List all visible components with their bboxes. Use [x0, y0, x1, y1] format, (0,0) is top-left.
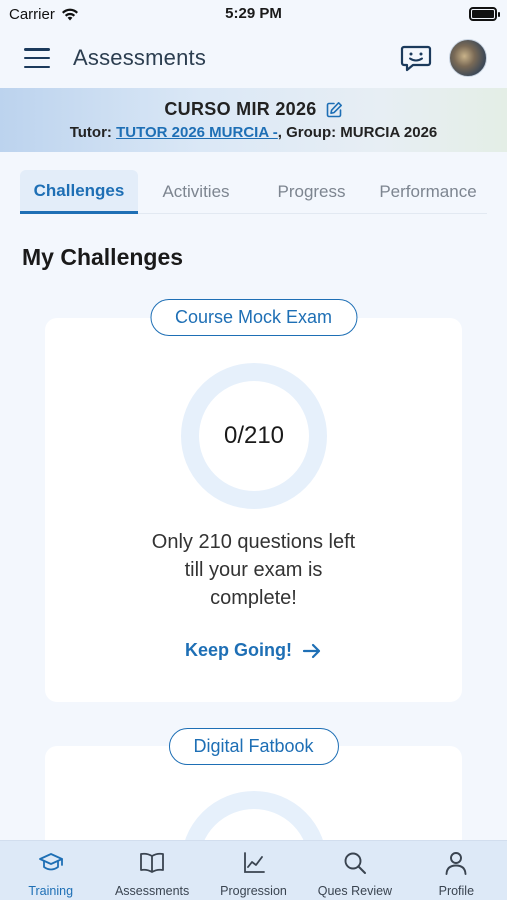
group-text: , Group: MURCIA 2026 [277, 124, 438, 141]
progress-count: 0/210 [223, 422, 285, 449]
app-header: Assessments [0, 28, 507, 88]
challenge-title-pill[interactable]: Course Mock Exam [149, 299, 358, 336]
nav-assessments[interactable]: Assessments [101, 841, 202, 900]
tutor-label: Tutor: [69, 124, 117, 141]
nav-profile[interactable]: Profile [406, 841, 507, 900]
avatar[interactable] [449, 39, 487, 77]
nav-label: Profile [438, 884, 475, 898]
nav-label: Progression [220, 884, 287, 898]
nav-label: Assessments [114, 884, 190, 898]
chart-icon [243, 852, 265, 873]
graduation-cap-icon [38, 853, 63, 871]
menu-icon[interactable] [22, 46, 52, 70]
nav-ques-review[interactable]: Ques Review [304, 841, 405, 900]
course-name: CURSO MIR 2026 [164, 99, 317, 119]
nav-training[interactable]: Training [0, 841, 101, 900]
nav-label: Training [28, 884, 74, 898]
person-icon [445, 852, 467, 875]
keep-going-label: Keep Going! [185, 640, 292, 660]
arrow-right-icon [302, 643, 321, 658]
page-title: Assessments [73, 45, 207, 70]
status-time: 5:29 PM [225, 5, 282, 22]
tab-performance[interactable]: Performance [369, 170, 487, 214]
tab-bar: Challenges Activities Progress Performan… [20, 170, 487, 214]
message-line: Only 210 questions left [151, 531, 356, 553]
tab-challenges[interactable]: Challenges [20, 170, 138, 214]
tab-activities[interactable]: Activities [138, 170, 254, 214]
nav-progression[interactable]: Progression [203, 841, 304, 900]
nav-label: Ques Review [317, 884, 393, 898]
bottom-nav: Training Assessments Progression Ques Re… [0, 840, 507, 900]
challenge-title-pill[interactable]: Digital Fatbook [168, 728, 339, 765]
progress-ring: 0/210 [180, 362, 328, 510]
keep-going-button[interactable]: Keep Going! [45, 640, 462, 661]
edit-icon[interactable] [325, 101, 343, 119]
course-name-row: CURSO MIR 2026 [0, 99, 507, 120]
chat-icon[interactable] [399, 41, 433, 75]
message-line: complete! [210, 587, 297, 609]
message-line: till your exam is [184, 559, 323, 581]
course-banner: CURSO MIR 2026 Tutor: TUTOR 2026 MURCIA … [0, 88, 507, 152]
challenge-message: Only 210 questions left till your exam i… [45, 528, 462, 612]
tab-progress[interactable]: Progress [254, 170, 369, 214]
tutor-link[interactable]: TUTOR 2026 MURCIA - [116, 124, 278, 141]
challenge-card: 0/210 Only 210 questions left till your … [45, 318, 462, 702]
tutor-row: Tutor: TUTOR 2026 MURCIA -, Group: MURCI… [0, 124, 507, 141]
search-icon [344, 852, 366, 874]
section-title: My Challenges [22, 244, 184, 270]
open-book-icon [140, 852, 165, 873]
